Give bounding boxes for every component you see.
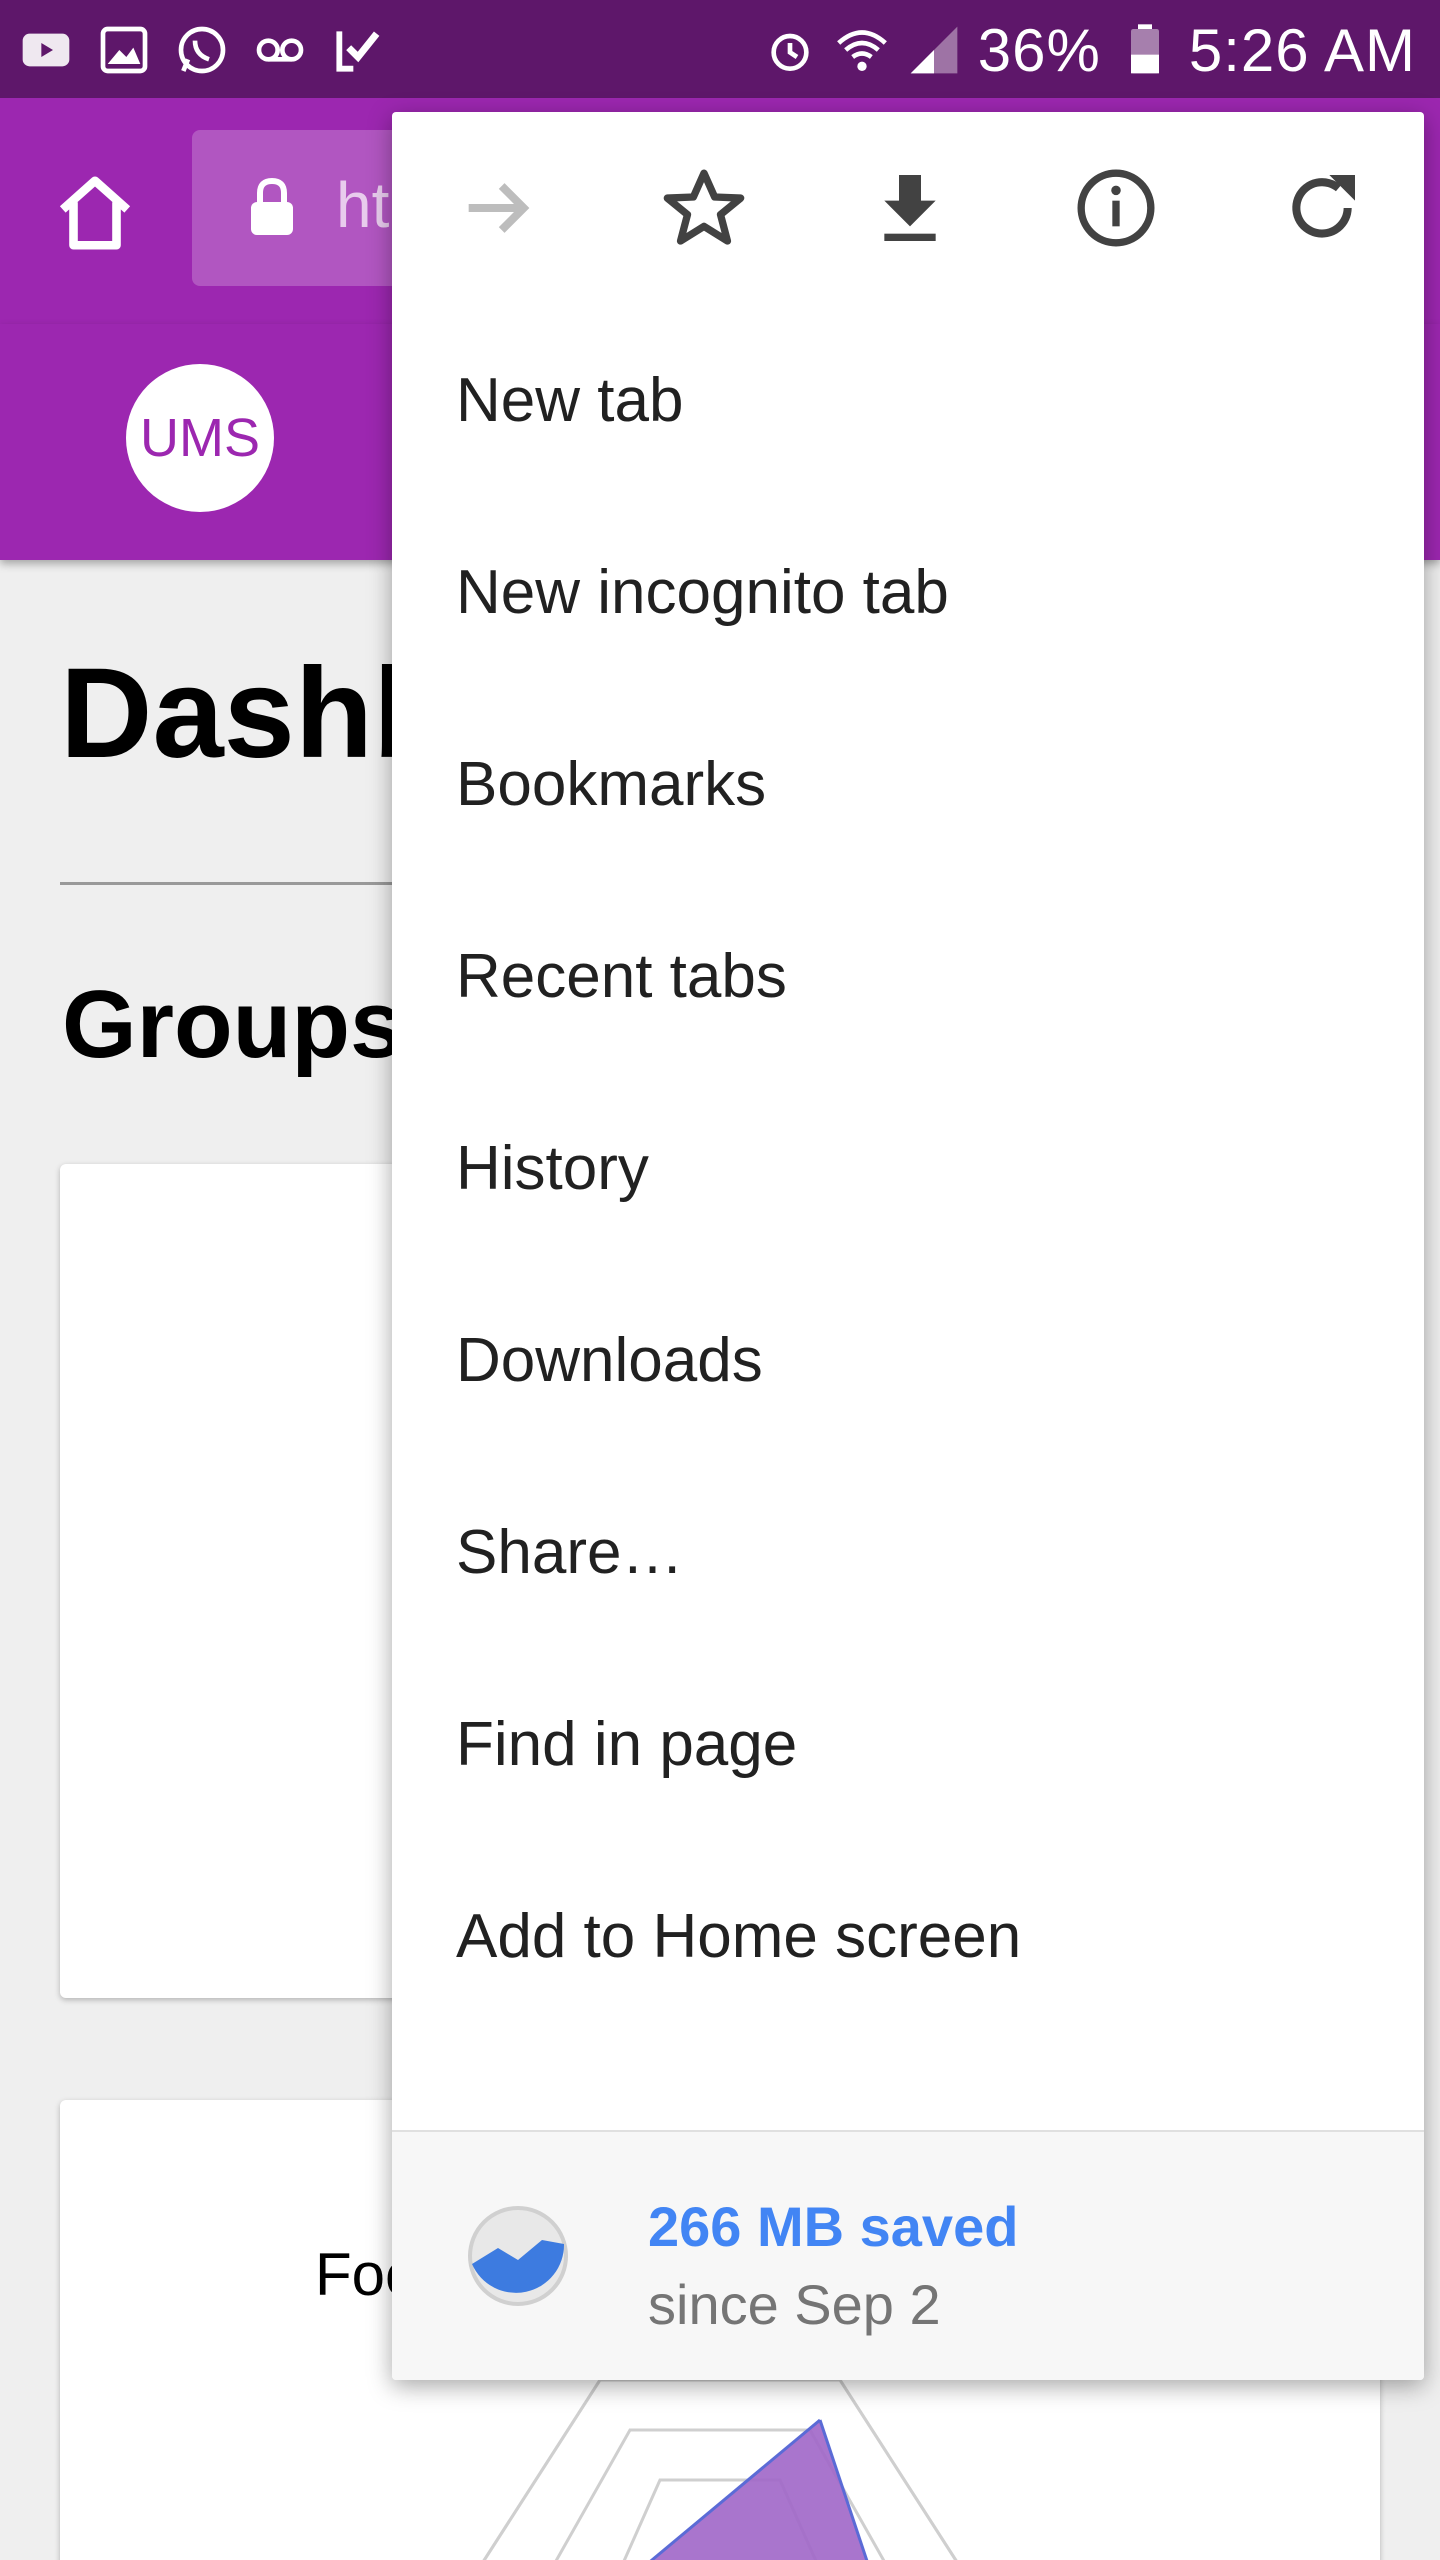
menu-item-share[interactable]: Share… bbox=[392, 1456, 1424, 1648]
alarm-icon bbox=[771, 33, 809, 71]
lock-icon bbox=[251, 178, 293, 235]
menu-item-history[interactable]: History bbox=[392, 1072, 1424, 1264]
task-check-icon bbox=[336, 31, 380, 72]
menu-item-new-incognito-tab[interactable]: New incognito tab bbox=[392, 496, 1424, 688]
page-info-icon[interactable] bbox=[1072, 164, 1160, 252]
youtube-icon bbox=[22, 33, 70, 67]
url-text: ht bbox=[336, 169, 390, 241]
wifi-icon bbox=[836, 30, 887, 71]
status-bar: 36% 5:26 AM bbox=[0, 0, 1440, 98]
menu-icon-row bbox=[392, 112, 1424, 304]
reload-icon[interactable] bbox=[1278, 164, 1366, 252]
bookmark-star-icon[interactable] bbox=[660, 164, 748, 252]
signal-icon bbox=[910, 26, 958, 74]
voicemail-icon bbox=[256, 38, 304, 62]
home-icon[interactable] bbox=[52, 170, 138, 256]
radar-data-area bbox=[652, 2420, 867, 2560]
app-logo[interactable]: UMS bbox=[126, 364, 274, 512]
data-saved-since: since Sep 2 bbox=[648, 2273, 941, 2336]
menu-item-add-to-home-screen[interactable]: Add to Home screen bbox=[392, 1840, 1424, 2032]
whatsapp-icon bbox=[178, 26, 226, 74]
gallery-icon bbox=[100, 26, 148, 74]
notification-icons bbox=[18, 22, 386, 78]
data-saver-footer[interactable]: 266 MB saved since Sep 2 bbox=[392, 2130, 1424, 2380]
forward-arrow-icon[interactable] bbox=[454, 164, 542, 252]
menu-item-bookmarks[interactable]: Bookmarks bbox=[392, 688, 1424, 880]
menu-item-recent-tabs[interactable]: Recent tabs bbox=[392, 880, 1424, 1072]
system-status: 36% 5:26 AM bbox=[762, 14, 1416, 86]
data-saver-chart-icon bbox=[468, 2206, 568, 2306]
section-title: Groups bbox=[62, 971, 404, 1078]
menu-item-find-in-page[interactable]: Find in page bbox=[392, 1648, 1424, 1840]
overflow-menu: New tab New incognito tab Bookmarks Recent … bbox=[392, 112, 1424, 2380]
menu-list: New tab New incognito tab Bookmarks Recent … bbox=[392, 304, 1424, 2240]
data-saved-amount: 266 MB saved bbox=[648, 2195, 1019, 2258]
download-icon[interactable] bbox=[866, 164, 954, 252]
battery-icon bbox=[1130, 24, 1159, 74]
clock: 5:26 AM bbox=[1188, 16, 1416, 84]
menu-item-new-tab[interactable]: New tab bbox=[392, 304, 1424, 496]
battery-percent: 36% bbox=[977, 16, 1101, 84]
menu-item-downloads[interactable]: Downloads bbox=[392, 1264, 1424, 1456]
